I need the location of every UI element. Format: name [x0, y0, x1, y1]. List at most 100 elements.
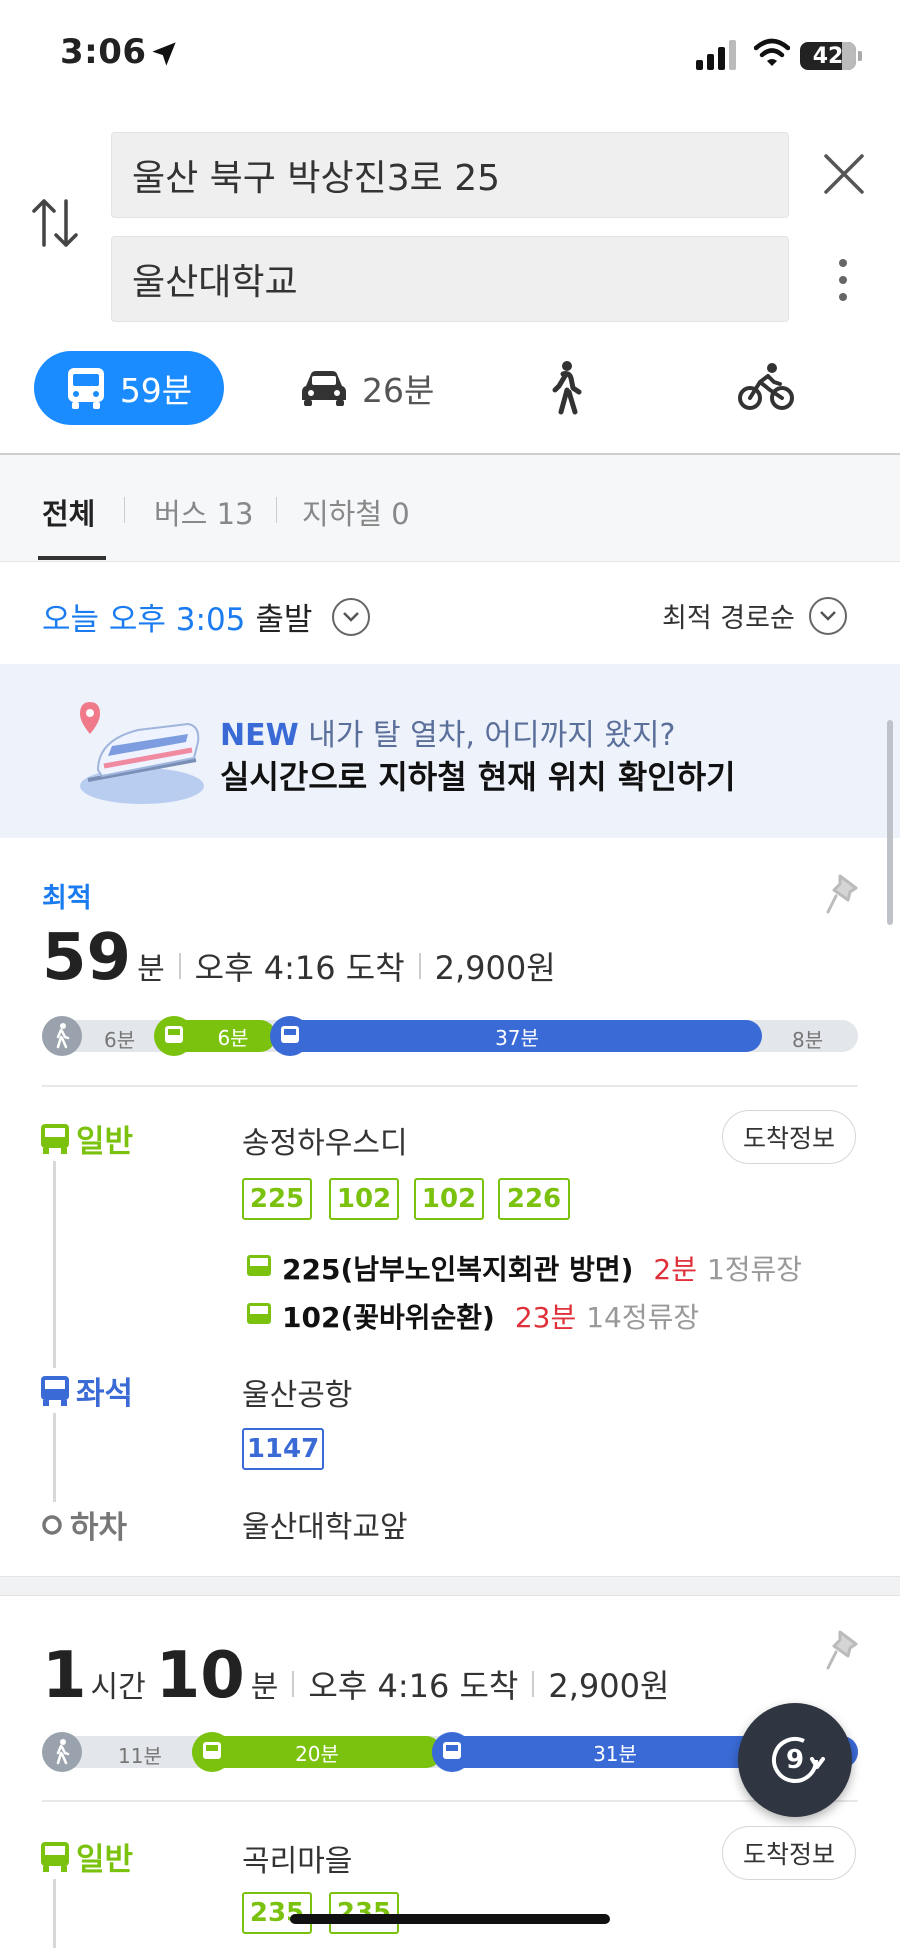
step-bus-general: 일반	[40, 1834, 134, 1879]
route-arrival: 오후 4:16 도착	[308, 1667, 519, 1705]
pin-icon[interactable]	[826, 872, 862, 916]
battery-level: 42	[812, 43, 844, 69]
bus-number-chip[interactable]: 102	[414, 1178, 484, 1220]
separator	[178, 953, 181, 979]
banner-new-tag: NEW	[220, 718, 299, 753]
route-fare: 2,900원	[434, 949, 556, 987]
arrival-eta: 2분	[653, 1253, 697, 1286]
route-minutes: 10	[155, 1639, 245, 1713]
arrival-bus-name: 102(꽃바위순환)	[282, 1301, 495, 1334]
separator	[418, 953, 421, 979]
card-separator	[0, 1576, 900, 1596]
bus-number-chip[interactable]: 102	[329, 1178, 399, 1220]
bus-icon	[41, 1375, 69, 1406]
sort-selector[interactable]: 최적 경로순	[662, 596, 847, 635]
separator	[532, 1671, 535, 1697]
car-time: 26분	[362, 371, 435, 410]
origin-field[interactable]: 울산 북구 박상진3로 25	[111, 132, 789, 218]
tab-all[interactable]: 전체	[42, 491, 95, 533]
arrival-info-button[interactable]: 도착정보	[722, 1826, 856, 1880]
step-bus-general: 일반	[40, 1116, 134, 1161]
step1-type: 일반	[76, 1124, 134, 1160]
route-hours: 1	[42, 1639, 87, 1713]
separator	[292, 1671, 295, 1697]
arrival-info-button[interactable]: 도착정보	[722, 1110, 856, 1164]
bus-icon	[270, 1016, 310, 1056]
wifi-icon	[754, 38, 790, 66]
destination-field[interactable]: 울산대학교	[111, 236, 789, 322]
pin-icon[interactable]	[826, 1628, 862, 1672]
bus-number-chip[interactable]: 225	[242, 1178, 312, 1220]
tab-subway[interactable]: 지하철 0	[302, 491, 410, 533]
status-time: 3:06	[60, 32, 147, 72]
arrival-bus-name: 225(남부노인복지회관 방면)	[282, 1253, 634, 1286]
home-indicator[interactable]	[290, 1914, 610, 1924]
mode-transit-button[interactable]: 59분	[34, 351, 224, 425]
bus-icon	[67, 368, 104, 409]
active-tab-indicator	[38, 556, 106, 560]
route-timeline-line	[53, 1868, 56, 1948]
location-arrow-icon	[152, 42, 176, 66]
transit-time: 59분	[119, 371, 193, 410]
step2-type: 좌석	[76, 1376, 134, 1412]
departure-time-selector[interactable]: 오늘 오후 3:05 출발	[42, 594, 371, 639]
route-minutes-unit: 분	[250, 1670, 279, 1705]
filter-tabs: 전체 버스 13 지하철 0	[0, 455, 900, 562]
bus-icon	[247, 1303, 271, 1324]
divider	[42, 1085, 858, 1087]
step3-stop: 울산대학교앞	[242, 1510, 408, 1545]
tab-separator	[124, 497, 125, 523]
bicycle-icon[interactable]	[738, 362, 794, 412]
bus-segment-blue: 37분	[272, 1020, 762, 1052]
bus-segment-label: 31분	[593, 1741, 637, 1766]
bus-number-chip[interactable]: 226	[498, 1178, 570, 1220]
bus-number-chip[interactable]: 235	[242, 1892, 312, 1934]
step1-type: 일반	[76, 1842, 134, 1878]
walk-icon	[42, 1016, 82, 1056]
walk-icon[interactable]	[545, 360, 585, 416]
car-icon	[302, 371, 346, 406]
step3-type: 하차	[70, 1510, 128, 1546]
train-illustration-icon	[80, 702, 204, 804]
alight-circle-icon	[42, 1514, 62, 1535]
bus-number-chip[interactable]: 1147	[242, 1428, 324, 1470]
route-fare: 2,900원	[548, 1667, 670, 1705]
battery-indicator: 42	[800, 42, 862, 70]
arrival-row: 225(남부노인복지회관 방면) 2분 1정류장	[246, 1248, 802, 1288]
route-arrival: 오후 4:16 도착	[194, 949, 405, 987]
arrival-stops: 1정류장	[706, 1253, 803, 1286]
departure-suffix: 출발	[255, 602, 313, 638]
walk-segment-label: 11분	[118, 1744, 162, 1768]
route-minutes-unit: 분	[137, 952, 165, 987]
mode-car-button[interactable]: 26분	[300, 360, 434, 416]
bus-icon	[154, 1016, 194, 1056]
bus-icon	[432, 1732, 472, 1772]
banner-headline: NEW 내가 탈 열차, 어디까지 왔지?	[220, 710, 675, 754]
bus-segment-label: 6분	[217, 1025, 249, 1050]
bus-icon	[247, 1255, 271, 1276]
more-options-icon[interactable]	[830, 255, 856, 305]
bus-icon	[41, 1841, 69, 1872]
tab-separator	[276, 497, 277, 523]
step-bus-seat: 좌석	[40, 1368, 134, 1413]
close-icon[interactable]	[820, 150, 868, 198]
walk-segment-label: 8분	[792, 1028, 824, 1052]
chevron-down-icon	[332, 597, 371, 636]
swap-direction-icon[interactable]	[30, 195, 80, 251]
refresh-button[interactable]: 9	[738, 1703, 852, 1817]
arrival-row: 102(꽃바위순환) 23분 14정류장	[246, 1296, 699, 1336]
route-minutes: 59	[42, 921, 132, 995]
bus-segment-label: 37분	[495, 1025, 539, 1050]
step1-stop: 송정하우스디	[242, 1126, 408, 1161]
bus-number-chip[interactable]: 235	[329, 1892, 399, 1934]
walk-icon	[42, 1732, 82, 1772]
tab-bus[interactable]: 버스 13	[154, 491, 253, 533]
walk-segment-label: 6분	[104, 1028, 136, 1052]
route-summary[interactable]: 1 시간 10 분 오후 4:16 도착 2,900원	[42, 1644, 669, 1708]
scrollbar[interactable]	[887, 720, 893, 925]
route-segment-bar: 6분 6분 37분 8분	[42, 1016, 858, 1056]
refresh-count: 9	[785, 1745, 805, 1775]
best-route-tag: 최적	[42, 883, 92, 914]
route-summary[interactable]: 59 분 오후 4:16 도착 2,900원	[42, 926, 556, 990]
route-hours-unit: 시간	[90, 1670, 146, 1705]
